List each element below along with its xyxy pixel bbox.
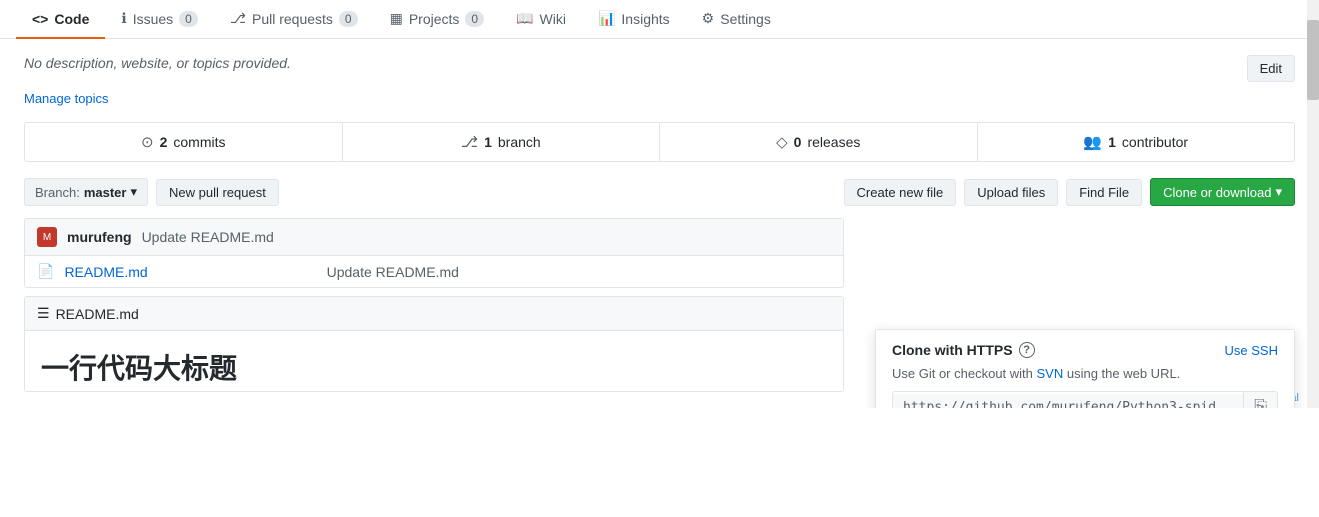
clipboard-icon: ⎘ (1254, 398, 1267, 408)
scrollbar-track[interactable] (1307, 0, 1319, 408)
tab-projects[interactable]: ▦ Projects 0 (374, 0, 501, 39)
insights-icon: 📊 (598, 10, 615, 27)
stats-bar: ⊙ 2 commits ⎇ 1 branch ◇ 0 releases 👥 1 … (24, 122, 1295, 162)
file-name-link[interactable]: README.md (64, 264, 316, 280)
readme-section: ☰ README.md 一行代码大标题 (24, 296, 844, 392)
commit-message: Update README.md (142, 229, 274, 245)
user-avatar: M (37, 227, 57, 247)
tab-projects-label: Projects (409, 11, 460, 27)
releases-count: 0 (794, 134, 802, 150)
contributors-icon: 👥 (1083, 133, 1102, 151)
releases-stat[interactable]: ◇ 0 releases (660, 123, 978, 161)
releases-icon: ◇ (776, 133, 788, 151)
svn-link[interactable]: SVN (1037, 366, 1064, 381)
upload-files-button[interactable]: Upload files (964, 179, 1058, 206)
contributors-stat[interactable]: 👥 1 contributor (978, 123, 1295, 161)
readme-header: ☰ README.md (25, 297, 843, 331)
scrollbar-thumb[interactable] (1307, 20, 1319, 100)
projects-icon: ▦ (390, 10, 403, 27)
tab-insights[interactable]: 📊 Insights (582, 0, 686, 39)
help-icon[interactable]: ? (1019, 342, 1035, 358)
file-header-row: M murufeng Update README.md (25, 219, 843, 256)
tab-code[interactable]: <> Code (16, 1, 105, 39)
table-row: 📄 README.md Update README.md (25, 256, 843, 287)
branch-prefix-label: Branch: (35, 185, 80, 200)
branch-label: branch (498, 134, 541, 150)
commits-count: 2 (160, 134, 168, 150)
settings-icon: ⚙ (702, 10, 715, 27)
repo-body: No description, website, or topics provi… (0, 39, 1319, 408)
branch-icon: ⎇ (461, 133, 478, 151)
actions-row: Branch: master ▾ New pull request Create… (24, 178, 1295, 206)
manage-topics-link[interactable]: Manage topics (24, 91, 109, 106)
edit-button[interactable]: Edit (1247, 55, 1295, 82)
commits-icon: ⊙ (141, 133, 154, 151)
tab-settings[interactable]: ⚙ Settings (686, 0, 787, 39)
code-icon: <> (32, 11, 48, 27)
readme-content: 一行代码大标题 (41, 353, 237, 384)
tab-code-label: Code (54, 11, 89, 27)
projects-badge: 0 (465, 11, 484, 27)
tab-issues[interactable]: ℹ Issues 0 (105, 0, 213, 39)
clone-popup-header: Clone with HTTPS ? Use SSH (876, 330, 1294, 366)
copy-url-button[interactable]: ⎘ (1243, 392, 1277, 408)
chevron-down-icon: ▾ (130, 184, 137, 200)
left-actions: Branch: master ▾ New pull request (24, 178, 279, 206)
issues-icon: ℹ (121, 10, 126, 27)
contributors-label: contributor (1122, 134, 1188, 150)
tab-insights-label: Insights (621, 11, 669, 27)
readme-body: 一行代码大标题 (25, 331, 843, 391)
commit-username[interactable]: murufeng (67, 229, 132, 245)
contributors-count: 1 (1108, 134, 1116, 150)
description-row: No description, website, or topics provi… (24, 55, 1295, 82)
pull-requests-icon: ⎇ (230, 10, 246, 27)
tab-settings-label: Settings (720, 11, 771, 27)
find-file-button[interactable]: Find File (1066, 179, 1142, 206)
clone-popup-title: Clone with HTTPS ? (892, 342, 1035, 358)
tab-wiki[interactable]: 📖 Wiki (500, 0, 582, 39)
commits-label: commits (173, 134, 225, 150)
tab-bar: <> Code ℹ Issues 0 ⎇ Pull requests 0 ▦ P… (0, 0, 1319, 39)
commits-stat[interactable]: ⊙ 2 commits (25, 123, 343, 161)
description-text: No description, website, or topics provi… (24, 55, 291, 71)
clone-chevron-icon: ▾ (1275, 184, 1282, 200)
clone-url-row: ⎘ (892, 391, 1278, 408)
branch-count: 1 (484, 134, 492, 150)
branch-stat[interactable]: ⎇ 1 branch (343, 123, 661, 161)
readme-title: README.md (56, 306, 139, 322)
file-table: M murufeng Update README.md 📄 README.md … (24, 218, 844, 288)
create-new-file-button[interactable]: Create new file (844, 179, 957, 206)
tab-issues-label: Issues (133, 11, 173, 27)
file-commit-message: Update README.md (327, 264, 831, 280)
tab-pull-requests-label: Pull requests (252, 11, 333, 27)
use-ssh-link[interactable]: Use SSH (1225, 343, 1278, 358)
tab-wiki-label: Wiki (540, 11, 566, 27)
branch-dropdown[interactable]: Branch: master ▾ (24, 178, 148, 206)
clone-popup-title-text: Clone with HTTPS (892, 342, 1013, 358)
wiki-icon: 📖 (516, 10, 533, 27)
new-pull-request-button[interactable]: New pull request (156, 179, 279, 206)
right-actions: Create new file Upload files Find File C… (844, 178, 1295, 206)
clone-popup-description: Use Git or checkout with SVN using the w… (876, 366, 1294, 391)
issues-badge: 0 (179, 11, 198, 27)
clone-or-download-label: Clone or download (1163, 185, 1271, 200)
clone-or-download-button[interactable]: Clone or download ▾ (1150, 178, 1295, 206)
clone-url-input[interactable] (893, 394, 1243, 409)
branch-name-label: master (84, 185, 127, 200)
readme-icon: ☰ (37, 305, 50, 322)
clone-popup: Clone with HTTPS ? Use SSH Use Git or ch… (875, 329, 1295, 408)
tab-pull-requests[interactable]: ⎇ Pull requests 0 (214, 0, 374, 39)
pull-requests-badge: 0 (339, 11, 358, 27)
file-icon: 📄 (37, 263, 54, 280)
releases-label: releases (807, 134, 860, 150)
